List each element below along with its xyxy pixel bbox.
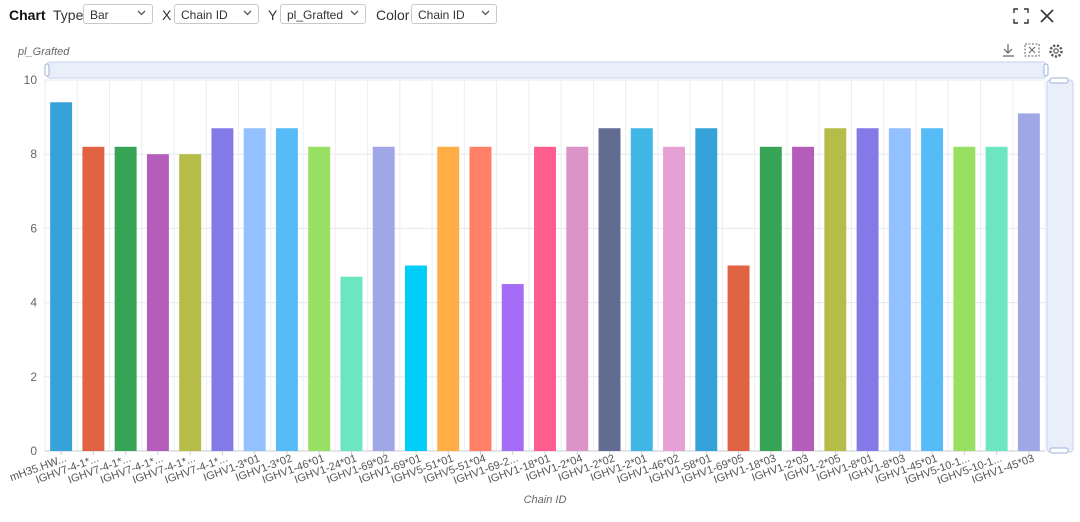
bar[interactable] (663, 146, 685, 451)
chevron-down-icon (243, 10, 252, 16)
y-slider-top-handle[interactable] (1049, 77, 1069, 84)
y-tick-label: 2 (30, 370, 37, 384)
x-select[interactable]: Chain ID (174, 4, 259, 24)
y-select-value: pl_Grafted (287, 8, 344, 22)
chart-area: pl_Grafted 0 2 4 6 8 10 mH35.HW... IGHV7-4-1*.… (0, 40, 1080, 517)
bar[interactable] (275, 128, 298, 451)
fullscreen-icon[interactable] (1012, 7, 1030, 25)
x-zoom-slider[interactable] (44, 61, 1049, 79)
bar[interactable] (50, 102, 73, 451)
chevron-down-icon (481, 10, 490, 16)
bar[interactable] (372, 146, 395, 451)
bar[interactable] (727, 265, 750, 452)
chevron-down-icon (350, 10, 359, 16)
bar[interactable] (985, 146, 1008, 451)
type-select-value: Bar (90, 8, 109, 22)
gear-icon[interactable] (1049, 44, 1063, 58)
y-tick-label: 4 (30, 296, 37, 310)
x-axis-title: Chain ID (524, 494, 567, 506)
bar[interactable] (179, 154, 202, 451)
bar[interactable] (792, 146, 815, 451)
chart-title: Chart (9, 7, 46, 23)
color-select[interactable]: Chain ID (411, 4, 497, 24)
bar-series (50, 102, 1040, 451)
x-select-value: Chain ID (181, 8, 228, 22)
chevron-down-icon (137, 10, 146, 16)
y-tick-label: 8 (30, 147, 37, 161)
download-icon[interactable] (1003, 44, 1014, 57)
x-slider-left-handle[interactable] (44, 63, 50, 77)
type-select[interactable]: Bar (83, 4, 153, 24)
bar[interactable] (888, 128, 911, 451)
y-tick-label: 0 (30, 444, 37, 458)
y-zoom-slider[interactable] (1046, 77, 1074, 454)
y-axis-title: pl_Grafted (17, 46, 70, 58)
bar[interactable] (759, 146, 782, 451)
bar[interactable] (501, 284, 524, 451)
type-label: Type (53, 7, 84, 23)
bar[interactable] (82, 146, 105, 451)
bar[interactable] (211, 128, 234, 451)
bar[interactable] (953, 146, 976, 451)
bar[interactable] (146, 154, 169, 451)
bar[interactable] (340, 276, 363, 451)
y-tick-label: 10 (24, 73, 38, 87)
bar[interactable] (566, 146, 589, 451)
bar-chart: pl_Grafted 0 2 4 6 8 10 mH35.HW...IGHV7-4-1*.… (8, 43, 1074, 506)
bar[interactable] (856, 128, 879, 451)
color-select-value: Chain ID (418, 8, 465, 22)
x-slider-right-handle[interactable] (1043, 63, 1049, 77)
color-label: Color (376, 7, 410, 23)
y-label: Y (268, 7, 278, 23)
bar[interactable] (598, 128, 621, 451)
bar[interactable] (534, 146, 556, 451)
bar[interactable] (824, 128, 847, 451)
close-icon[interactable] (1038, 7, 1056, 25)
y-slider-bottom-handle[interactable] (1049, 447, 1069, 454)
bar[interactable] (469, 146, 492, 451)
bar[interactable] (921, 128, 944, 451)
bar[interactable] (1017, 113, 1040, 451)
bar[interactable] (695, 128, 718, 451)
y-tick-label: 6 (30, 221, 37, 235)
x-label: X (162, 7, 172, 23)
y-axis: 0 2 4 6 8 10 (24, 73, 38, 458)
bar[interactable] (630, 128, 653, 451)
bar[interactable] (405, 265, 427, 452)
bar[interactable] (437, 146, 460, 451)
bar[interactable] (243, 128, 266, 451)
bar[interactable] (114, 146, 137, 451)
bar[interactable] (308, 146, 331, 451)
chart-toolbar: Chart Type Bar X Chain ID Y pl_Grafted C… (0, 0, 1080, 32)
zoom-reset-icon[interactable] (1024, 43, 1040, 57)
x-axis: mH35.HW...IGHV7-4-1*...IGHV7-4-1*...IGHV… (8, 451, 1036, 487)
y-select[interactable]: pl_Grafted (280, 4, 366, 24)
